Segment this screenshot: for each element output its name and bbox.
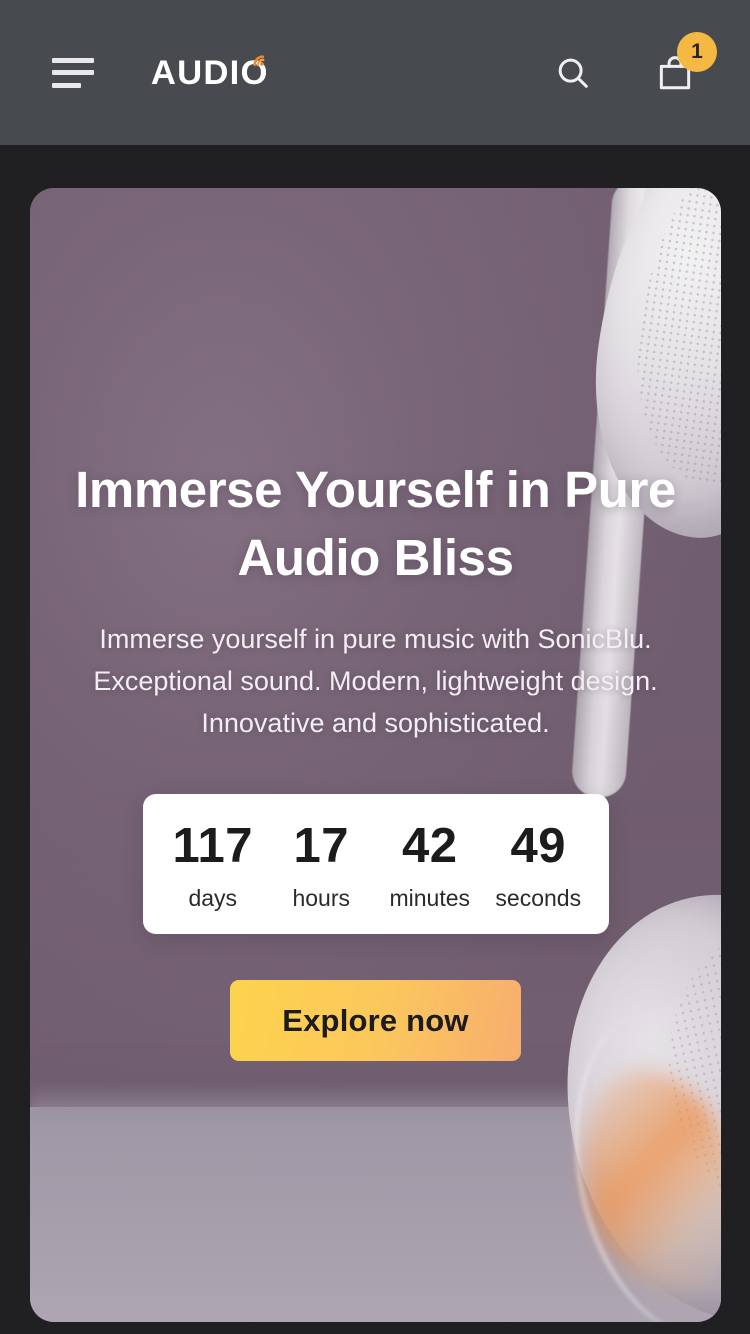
hero-section: Immerse Yourself in Pure Audio Bliss Imm…: [0, 145, 750, 1334]
countdown-hours-value: 17: [293, 818, 349, 873]
search-icon: [558, 58, 588, 88]
hamburger-line-3: [52, 82, 81, 88]
countdown-days-value: 117: [172, 818, 254, 873]
hamburger-menu-icon[interactable]: [52, 57, 94, 88]
mobile-screen: AUDIO 1 Immerse Yourself in Pure Audio B…: [0, 0, 750, 1334]
countdown-days-label: days: [188, 884, 238, 911]
hero-card: Immerse Yourself in Pure Audio Bliss Imm…: [30, 188, 721, 1322]
hamburger-line-1: [52, 57, 94, 63]
hero-title: Immerse Yourself in Pure Audio Bliss: [75, 461, 676, 586]
countdown-seconds: 49 seconds: [490, 818, 586, 911]
countdown-days: 117 days: [165, 818, 261, 911]
hero-subtitle: Immerse yourself in pure music with Soni…: [93, 623, 658, 738]
hero-content: Immerse Yourself in Pure Audio Bliss Imm…: [30, 456, 721, 1061]
site-header: AUDIO 1: [0, 0, 750, 145]
countdown-seconds-label: seconds: [495, 884, 582, 911]
countdown-minutes-label: minutes: [389, 884, 471, 911]
explore-now-button[interactable]: Explore now: [230, 979, 521, 1061]
cart-count-badge: 1: [677, 31, 717, 72]
countdown-minutes: 42 minutes: [382, 818, 478, 911]
hamburger-line-2: [52, 70, 94, 75]
cart-button[interactable]: 1: [652, 31, 717, 96]
countdown-seconds-value: 49: [510, 818, 566, 873]
sound-wave-icon: [252, 54, 264, 66]
hero-cta-wrapper: Explore now: [64, 979, 687, 1061]
countdown-hours: 17 hours: [273, 818, 369, 911]
countdown-minutes-value: 42: [401, 818, 458, 873]
search-button[interactable]: [550, 50, 596, 96]
countdown-hours-label: hours: [292, 884, 351, 911]
countdown-timer: 117 days 17 hours 42 minutes 49 seconds: [142, 793, 609, 934]
brand-logo[interactable]: AUDIO: [151, 54, 268, 90]
